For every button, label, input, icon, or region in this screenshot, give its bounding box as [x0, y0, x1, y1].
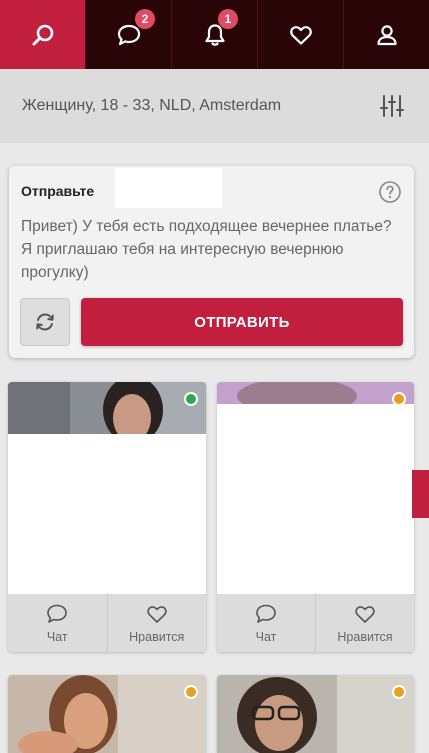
away-status-indicator: [392, 685, 406, 699]
heart-outline-icon: [147, 606, 167, 623]
chat-button[interactable]: Чат: [217, 594, 316, 652]
online-status-indicator: [184, 392, 198, 406]
redacted-photo-area: [8, 434, 206, 594]
profile-photo[interactable]: [217, 675, 414, 753]
like-label: Нравится: [337, 630, 393, 644]
like-button[interactable]: Нравится: [316, 594, 414, 652]
chat-bubble-icon: [47, 604, 68, 623]
send-message-card: Отправьте Привет) У тебя есть подходящее…: [9, 166, 414, 358]
user-icon: [376, 24, 397, 45]
messages-badge: 2: [135, 9, 155, 29]
profile-card-3[interactable]: [8, 675, 206, 753]
filter-summary: Женщину, 18 - 33, NLD, Amsterdam: [22, 97, 282, 114]
profile-card-1[interactable]: Чат Нравится: [8, 382, 206, 652]
chat-label: Чат: [46, 630, 68, 644]
heart-outline-icon: [355, 606, 375, 623]
chat-bubble-icon: [256, 604, 276, 623]
notifications-badge: 1: [218, 9, 238, 29]
search-icon: [32, 24, 53, 45]
like-button[interactable]: Нравится: [108, 594, 207, 652]
profile-card-2[interactable]: Чат Нравится: [217, 382, 414, 652]
profile-photo[interactable]: [8, 675, 206, 753]
profile-actions: Чат Нравится: [8, 594, 206, 652]
like-label: Нравится: [129, 630, 185, 644]
chat-button[interactable]: Чат: [8, 594, 108, 652]
refresh-icon: [36, 313, 54, 331]
send-button[interactable]: ОТПРАВИТЬ: [81, 298, 403, 346]
redacted-photo-area: [217, 404, 414, 594]
help-icon[interactable]: [378, 180, 402, 204]
redacted-recipient: [115, 168, 222, 208]
side-panel-handle[interactable]: [412, 470, 429, 518]
tab-search[interactable]: [0, 0, 86, 69]
sliders-icon[interactable]: [379, 93, 405, 119]
away-status-indicator: [392, 392, 406, 406]
tab-favorites[interactable]: [258, 0, 344, 69]
tab-messages[interactable]: 2: [86, 0, 172, 69]
refresh-message-button[interactable]: [20, 298, 70, 346]
top-navigation: 2 1: [0, 0, 429, 69]
search-filter-bar[interactable]: Женщину, 18 - 33, NLD, Amsterdam: [0, 69, 429, 143]
profile-card-4[interactable]: [217, 675, 414, 753]
profile-actions: Чат Нравится: [217, 594, 414, 652]
send-card-title: Отправьте: [21, 183, 95, 199]
invitation-message: Привет) У тебя есть подходящее вечернее …: [21, 218, 392, 281]
chat-label: Чат: [255, 630, 277, 644]
tab-profile[interactable]: [344, 0, 429, 69]
tab-notifications[interactable]: 1: [172, 0, 258, 69]
away-status-indicator: [184, 685, 198, 699]
heart-icon: [289, 25, 312, 45]
